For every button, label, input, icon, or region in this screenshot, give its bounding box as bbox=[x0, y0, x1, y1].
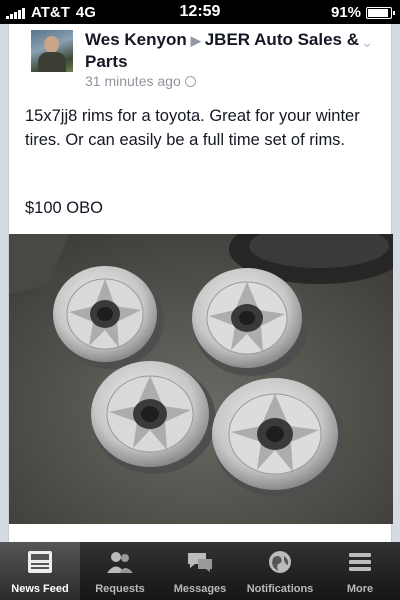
requests-icon bbox=[107, 552, 133, 573]
chevron-down-icon[interactable]: ⌄ bbox=[361, 34, 373, 51]
tab-news-feed[interactable]: News Feed bbox=[0, 542, 80, 600]
post-photo[interactable] bbox=[9, 234, 393, 524]
tab-label: News Feed bbox=[11, 583, 69, 595]
author-name[interactable]: Wes Kenyon bbox=[85, 30, 187, 49]
timestamp-text: 31 minutes ago bbox=[85, 73, 181, 89]
tab-more[interactable]: More bbox=[320, 542, 400, 600]
battery-icon bbox=[366, 6, 395, 19]
tab-label: Requests bbox=[95, 583, 145, 595]
avatar[interactable] bbox=[31, 30, 73, 72]
status-right: 91% bbox=[330, 4, 395, 21]
status-bar: AT&T 4G 12:59 91% bbox=[0, 0, 400, 24]
tab-label: Notifications bbox=[246, 583, 314, 595]
tab-bar: News Feed Requests Messages Notification… bbox=[0, 542, 400, 600]
rims-photo bbox=[9, 234, 393, 524]
tab-requests[interactable]: Requests bbox=[80, 542, 160, 600]
more-icon bbox=[349, 553, 371, 571]
arrow-right-icon: ▶ bbox=[190, 33, 201, 48]
tab-messages[interactable]: Messages bbox=[160, 542, 240, 600]
post-timestamp[interactable]: 31 minutes ago bbox=[85, 73, 196, 89]
notifications-icon bbox=[269, 551, 291, 573]
post-text: 15x7jj8 rims for a toyota. Great for you… bbox=[25, 107, 360, 149]
tab-notifications[interactable]: Notifications bbox=[240, 542, 320, 600]
tab-label: Messages bbox=[173, 583, 227, 595]
battery-percent: 91% bbox=[330, 4, 361, 21]
post-card: Wes Kenyon ▶ JBER Auto Sales & Parts ⌄ 31 … bbox=[8, 24, 393, 542]
news-feed-icon bbox=[28, 551, 52, 573]
globe-icon bbox=[184, 75, 196, 87]
post-price: $100 OBO bbox=[25, 199, 103, 217]
tab-label: More bbox=[346, 583, 374, 595]
messages-icon bbox=[188, 553, 212, 572]
post-header: Wes Kenyon ▶ JBER Auto Sales & Parts bbox=[85, 29, 375, 72]
